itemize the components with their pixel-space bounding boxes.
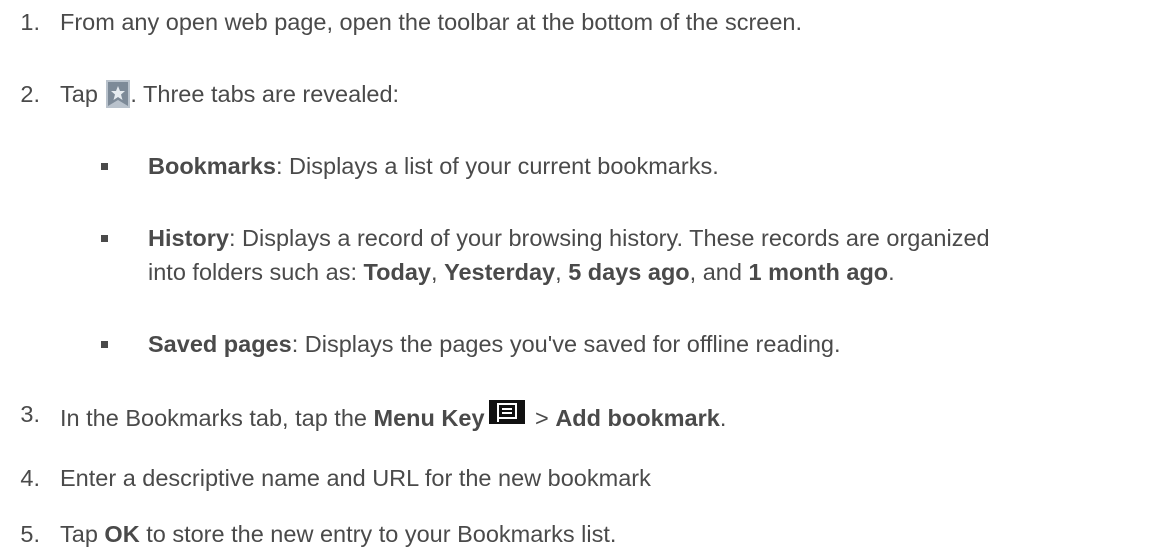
bullet-term: Saved pages <box>148 331 292 357</box>
step-number: 1. <box>20 9 40 35</box>
step-text: From any open web page, open the toolbar… <box>60 9 803 35</box>
step-text: Tap . Three tabs are revealed: <box>60 80 400 108</box>
step-number: 4. <box>20 465 40 491</box>
step-number: 3. <box>20 401 40 427</box>
bullet-term: Bookmarks <box>148 153 276 179</box>
step-text: Enter a descriptive name and URL for the… <box>60 465 651 491</box>
bullet-marker <box>101 163 108 170</box>
step-number: 2. <box>20 81 40 107</box>
bullet-marker <box>101 235 108 242</box>
step-text: In the Bookmarks tab, tap the Menu Key >… <box>60 400 726 432</box>
step-number: 5. <box>20 521 40 547</box>
bullet-term: History <box>148 225 229 251</box>
bookmark-star-icon <box>106 80 131 108</box>
bullet-marker <box>101 341 108 348</box>
menu-key-icon <box>488 400 525 424</box>
step-text: Tap OK to store the new entry to your Bo… <box>60 521 617 547</box>
